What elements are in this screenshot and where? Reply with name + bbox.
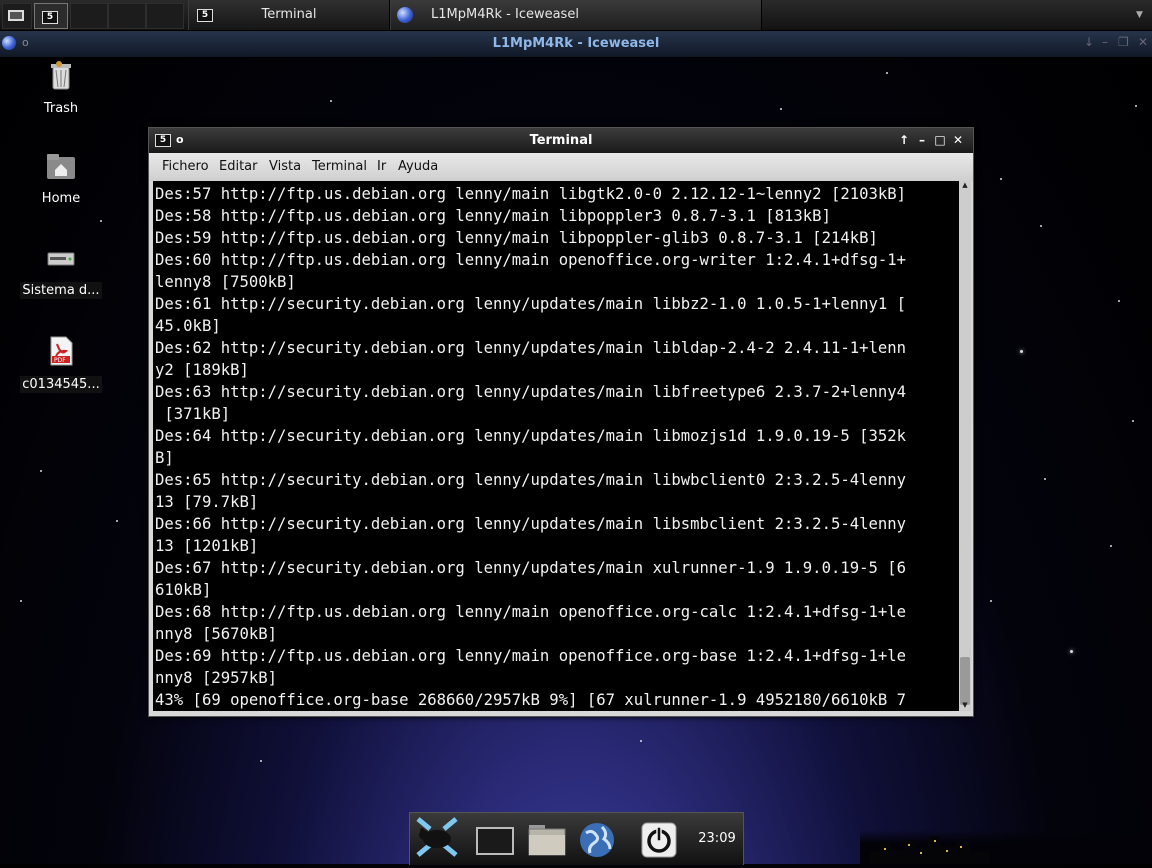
terminal-line: y2 [189kB] [155, 361, 249, 379]
desktop-icon-home[interactable]: Home [19, 152, 103, 207]
show-desktop-button[interactable] [2, 3, 32, 29]
terminal-output[interactable]: Des:57 http://ftp.us.debian.org lenny/ma… [153, 181, 959, 711]
terminal-line: Des:60 http://ftp.us.debian.org lenny/ma… [155, 251, 907, 269]
taskbar-task-iceweasel[interactable]: L1MpM4Rk - Iceweasel [390, 0, 762, 30]
workspace-2-button[interactable] [70, 3, 108, 29]
menu-fichero[interactable]: Fichero [162, 153, 209, 181]
desktop-icon-label: Home [41, 191, 81, 206]
home-folder-icon [19, 152, 103, 184]
window-title: Terminal [529, 133, 593, 148]
terminal-line: Des:64 http://security.debian.org lenny/… [155, 427, 907, 445]
file-manager-icon [528, 825, 566, 856]
dock-xfce-menu[interactable] [414, 815, 460, 859]
drive-icon [19, 246, 103, 276]
terminal-line: B] [155, 449, 174, 467]
desktop-icon-filesystem[interactable]: Sistema d... [19, 246, 103, 299]
desktop-icon-label: c0134545... [20, 376, 102, 393]
terminal-titlebar[interactable]: 5 o Terminal ↑ – □ ✕ [149, 128, 973, 153]
terminal-line: Des:69 http://ftp.us.debian.org lenny/ma… [155, 647, 907, 665]
desktop-icon-pdf[interactable]: PDF c0134545... [19, 336, 103, 393]
taskbar-task-label: Terminal [261, 7, 317, 22]
terminal-line: 610kB] [155, 581, 212, 599]
iceweasel-titlebar[interactable]: o L1MpM4Rk - Iceweasel ↓ – ❐ ✕ [0, 31, 1152, 58]
web-browser-icon [580, 823, 614, 857]
power-icon [641, 822, 677, 858]
terminal-line: Des:63 http://security.debian.org lenny/… [155, 383, 907, 401]
taskbar-menu-arrow-icon[interactable]: ▼ [1136, 10, 1143, 20]
dock-power[interactable] [638, 821, 680, 859]
terminal-line: Des:62 http://security.debian.org lenny/… [155, 339, 907, 357]
terminal-line: nny8 [5670kB] [155, 625, 278, 643]
menu-ir[interactable]: Ir [377, 153, 386, 181]
terminal-line: 43% [69 openoffice.org-base 268660/2957k… [155, 691, 907, 709]
close-icon[interactable]: ✕ [1138, 35, 1148, 49]
terminal-menubar: Fichero Editar Vista Terminal Ir Ayuda [149, 153, 973, 181]
terminal-line: Des:66 http://security.debian.org lenny/… [155, 515, 907, 533]
workspace-1-button[interactable]: 5 [34, 3, 68, 29]
bottom-dock: 23:09 [409, 812, 744, 865]
terminal-line: 13 [79.7kB] [155, 493, 259, 511]
terminal-line: Des:57 http://ftp.us.debian.org lenny/ma… [155, 185, 907, 203]
terminal-text: Des:57 http://ftp.us.debian.org lenny/ma… [153, 181, 959, 711]
scrollbar-thumb[interactable] [960, 657, 970, 705]
workspace-3-button[interactable] [108, 3, 146, 29]
city-silhouette [860, 830, 1152, 864]
xfce-mouse-icon [416, 817, 458, 857]
svg-text:PDF: PDF [54, 357, 66, 364]
terminal-line: 45.0kB] [155, 317, 221, 335]
terminal-line: Des:58 http://ftp.us.debian.org lenny/ma… [155, 207, 831, 225]
pdf-file-icon: PDF [19, 336, 103, 370]
menu-ayuda[interactable]: Ayuda [398, 153, 438, 181]
terminal-icon [476, 827, 514, 855]
scroll-down-icon[interactable]: ▼ [959, 701, 971, 709]
terminal-line: Des:67 http://security.debian.org lenny/… [155, 559, 907, 577]
terminal-line: 13 [1201kB] [155, 537, 259, 555]
terminal-line: [371kB] [155, 405, 231, 423]
clock[interactable]: 23:09 [692, 813, 742, 865]
trash-icon [19, 60, 103, 94]
dock-terminal[interactable] [474, 821, 516, 859]
terminal-scrollbar[interactable]: ▲ ▼ [959, 181, 971, 711]
terminal-line: Des:61 http://security.debian.org lenny/… [155, 295, 907, 313]
terminal-line: lenny8 [7500kB] [155, 273, 296, 291]
taskbar-task-label: L1MpM4Rk - Iceweasel [431, 7, 579, 22]
menu-editar[interactable]: Editar [219, 153, 258, 181]
maximize-icon[interactable]: ❐ [1118, 35, 1129, 49]
taskbar-task-terminal[interactable]: 5 Terminal [188, 0, 390, 30]
minimize-icon[interactable]: – [914, 132, 930, 148]
terminal-line: Des:59 http://ftp.us.debian.org lenny/ma… [155, 229, 878, 247]
dock-web-browser[interactable] [576, 821, 618, 859]
terminal-line: Des:65 http://security.debian.org lenny/… [155, 471, 907, 489]
workspace-4-button[interactable] [146, 3, 184, 29]
desktop-icon-trash[interactable]: Trash [19, 60, 103, 117]
top-taskbar: 5 5 Terminal L1MpM4Rk - Iceweasel ▼ [0, 0, 1152, 31]
terminal-line: nny8 [2957kB] [155, 669, 278, 687]
terminal-window: 5 o Terminal ↑ – □ ✕ Fichero Editar Vist… [148, 127, 974, 717]
close-icon[interactable]: ✕ [950, 132, 966, 148]
iceweasel-globe-icon [397, 7, 413, 23]
terminal-line: Des:68 http://ftp.us.debian.org lenny/ma… [155, 603, 907, 621]
city-skyline-icon [870, 836, 990, 864]
show-desktop-icon [8, 10, 24, 21]
desktop-icon-label: Sistema d... [20, 282, 102, 299]
scroll-up-icon[interactable]: ▲ [959, 181, 971, 189]
shade-icon[interactable]: ↓ [1084, 35, 1094, 49]
menu-terminal[interactable]: Terminal [312, 153, 367, 181]
minimize-icon[interactable]: – [1102, 35, 1108, 49]
terminal-icon: 5 [42, 11, 58, 24]
desktop-icon-label: Trash [43, 101, 79, 116]
maximize-icon[interactable]: □ [932, 132, 948, 148]
window-title: L1MpM4Rk - Iceweasel [492, 36, 660, 51]
shade-up-icon[interactable]: ↑ [896, 132, 912, 148]
dock-file-manager[interactable] [526, 821, 568, 859]
menu-vista[interactable]: Vista [269, 153, 301, 181]
